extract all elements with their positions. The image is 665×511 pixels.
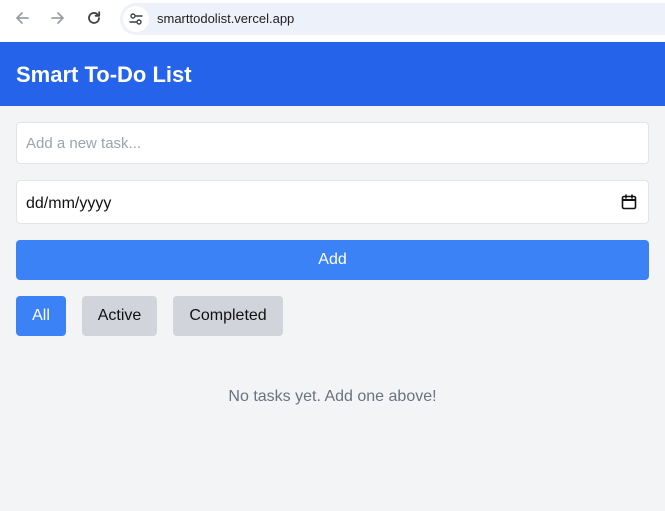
back-button[interactable] [10, 6, 34, 30]
filter-active-button[interactable]: Active [82, 296, 157, 336]
due-date-input[interactable]: dd/mm/yyyy [16, 180, 649, 224]
arrow-left-icon [16, 12, 29, 24]
url-text[interactable]: smarttodolist.vercel.app [157, 11, 294, 27]
reload-button[interactable] [82, 6, 106, 30]
page-title: Smart To-Do List [16, 62, 192, 87]
filter-completed-button[interactable]: Completed [173, 296, 283, 336]
site-info-button[interactable] [123, 6, 149, 32]
browser-toolbar: smarttodolist.vercel.app [0, 0, 665, 42]
app-header: Smart To-Do List [0, 42, 665, 106]
reload-icon [88, 11, 101, 24]
empty-state-message: No tasks yet. Add one above! [228, 388, 437, 405]
forward-button[interactable] [46, 6, 70, 30]
tune-icon [129, 13, 143, 25]
add-task-button[interactable]: Add [16, 240, 649, 280]
address-bar[interactable]: smarttodolist.vercel.app [120, 3, 665, 35]
calendar-icon[interactable] [621, 194, 637, 210]
arrow-right-icon [51, 12, 64, 24]
filter-all-button[interactable]: All [16, 296, 66, 336]
task-input[interactable] [16, 122, 649, 164]
due-date-value: dd/mm/yyyy [26, 195, 112, 212]
